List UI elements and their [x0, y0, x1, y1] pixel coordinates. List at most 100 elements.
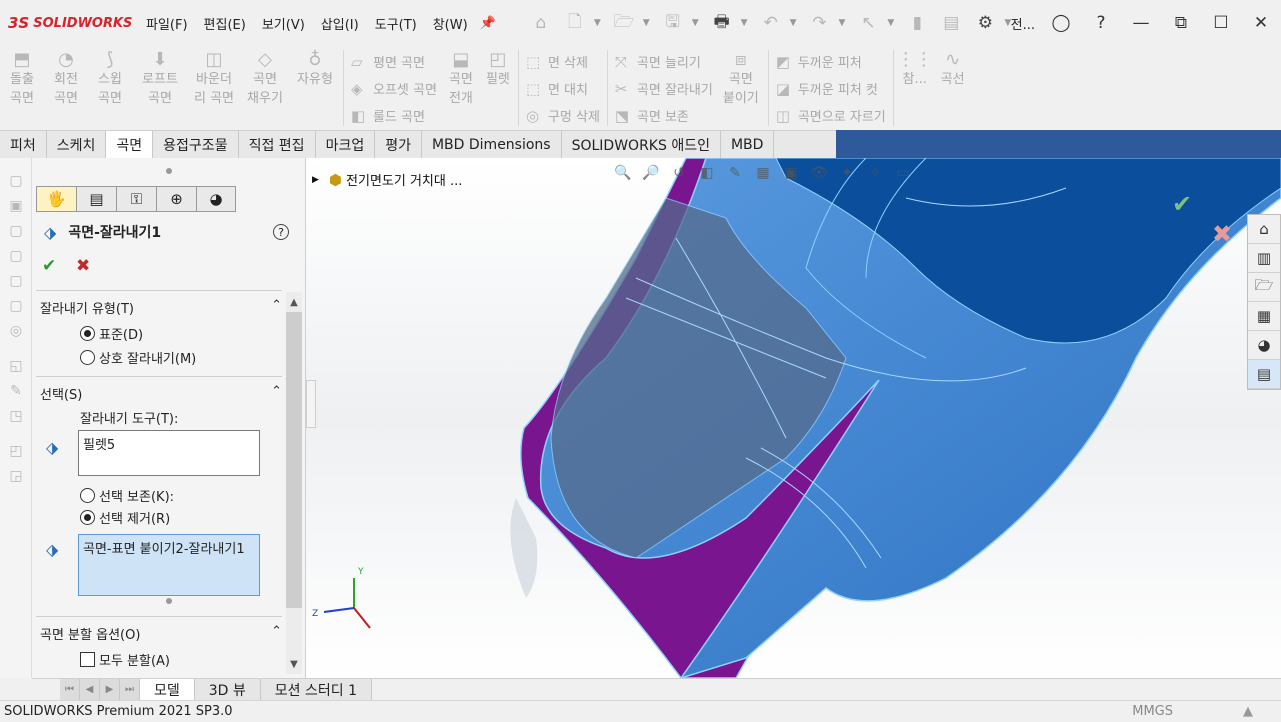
- select-cursor-icon[interactable]: ↖: [853, 8, 883, 38]
- feature-tree-flyout[interactable]: ▶ ⬢ 전기면도기 거치대 ...: [312, 170, 462, 190]
- panel-splitter[interactable]: [306, 380, 316, 428]
- menu-tools[interactable]: 도구(T): [367, 14, 425, 33]
- filter-vertices-icon[interactable]: ▢: [0, 218, 32, 243]
- tab-sketch[interactable]: 스케치: [46, 131, 107, 158]
- next-tab-icon[interactable]: ▶: [100, 679, 120, 700]
- section-view-icon[interactable]: ◧: [696, 162, 718, 184]
- extend-surface-button[interactable]: ⤧ 곡면 늘리기: [615, 50, 713, 73]
- chevron-down-icon[interactable]: ▼: [887, 18, 894, 28]
- chevron-down-icon[interactable]: ▼: [838, 18, 845, 28]
- help-icon[interactable]: ?: [1081, 3, 1121, 43]
- print-icon[interactable]: 🖶: [707, 8, 737, 38]
- minimize-icon[interactable]: —: [1121, 3, 1161, 43]
- filter-notes-icon[interactable]: ◳: [0, 403, 32, 428]
- radio-keep-selections[interactable]: [80, 488, 95, 503]
- part-name[interactable]: 전기면도기 거치대 ...: [346, 170, 462, 189]
- status-toggle-icon[interactable]: ▲: [1243, 704, 1253, 719]
- knit-surface-button[interactable]: ⧈ 곡면 붙이기: [717, 46, 765, 130]
- close-icon[interactable]: ✕: [1241, 3, 1281, 43]
- unit-system[interactable]: MMGS: [1132, 704, 1173, 719]
- boundary-surface-button[interactable]: ◫ 바운더 리 곡면: [188, 46, 240, 130]
- tab-surfaces[interactable]: 곡면: [106, 131, 154, 158]
- surface-model[interactable]: [306, 158, 1281, 678]
- ruled-surface-button[interactable]: ◧ 룰드 곡면: [351, 104, 437, 127]
- revolved-surface-button[interactable]: ◔ 회전 곡면: [44, 46, 88, 130]
- tab-weldments[interactable]: 용접구조물: [153, 131, 239, 158]
- display-manager-tab-icon[interactable]: ◕: [196, 186, 236, 212]
- tab-solidworks-addins[interactable]: SOLIDWORKS 애드인: [561, 131, 721, 158]
- radio-remove-selections[interactable]: [80, 510, 95, 525]
- chevron-down-icon[interactable]: ▼: [594, 18, 601, 28]
- delete-hole-button[interactable]: ◎ 구멍 삭제: [526, 104, 600, 127]
- graphics-viewport[interactable]: ▶ ⬢ 전기면도기 거치대 ... 🔍 🔎 ↺ ◧ ✎ ▦ ▣ 👁 ✦ ✧ ▭ …: [306, 158, 1281, 678]
- filter-faces-icon[interactable]: ▣: [0, 193, 32, 218]
- cancel-button[interactable]: ✖: [76, 256, 90, 276]
- file-properties-icon[interactable]: ▤: [936, 8, 966, 38]
- tab-markup[interactable]: 마크업: [315, 131, 376, 158]
- last-tab-icon[interactable]: ⏭: [120, 679, 140, 700]
- radio-mutual[interactable]: [80, 350, 95, 365]
- pieces-listbox[interactable]: 곡면-표면 붙이기2-잘라내기1: [78, 534, 260, 596]
- split-all-option[interactable]: 모두 분할(A): [80, 650, 170, 669]
- file-explorer-icon[interactable]: 🗁: [1248, 273, 1280, 302]
- previous-tab-icon[interactable]: ◀: [80, 679, 100, 700]
- previous-view-icon[interactable]: ↺: [668, 162, 690, 184]
- freeform-button[interactable]: ♁ 자유형: [290, 46, 340, 130]
- trim-type-mutual-option[interactable]: 상호 잘라내기(M): [80, 348, 196, 367]
- remove-selections-option[interactable]: 선택 제거(R): [80, 508, 170, 527]
- new-document-icon[interactable]: 🗋: [560, 8, 590, 38]
- custom-properties-icon[interactable]: ▤: [1248, 360, 1280, 389]
- property-manager-tab-icon[interactable]: ▤: [76, 186, 116, 212]
- first-tab-icon[interactable]: ⏮: [60, 679, 80, 700]
- options-gear-icon[interactable]: ⚙: [970, 8, 1000, 38]
- lofted-surface-button[interactable]: ⬇ 로프트 곡면: [132, 46, 188, 130]
- chevron-up-icon[interactable]: ⌃: [271, 384, 282, 403]
- thickened-cut-button[interactable]: ◪ 두꺼운 피처 컷: [776, 77, 886, 100]
- trim-tool-value[interactable]: 필렛5: [83, 438, 115, 453]
- filter-select-all-icon[interactable]: ◲: [0, 463, 32, 488]
- listbox-resize-grip[interactable]: [166, 598, 172, 604]
- view-orientation-icon[interactable]: ▦: [752, 162, 774, 184]
- menu-window[interactable]: 창(W): [425, 14, 476, 33]
- trim-tool-listbox[interactable]: 필렛5: [78, 430, 260, 476]
- filter-axes-icon[interactable]: ▢: [0, 268, 32, 293]
- trim-type-group-header[interactable]: 잘라내기 유형(T) ⌃: [40, 298, 282, 317]
- save-icon[interactable]: 🖫: [658, 8, 688, 38]
- panel-grip[interactable]: [166, 168, 172, 174]
- scroll-down-icon[interactable]: ▼: [286, 656, 302, 672]
- confirm-cancel-icon[interactable]: ✖: [1212, 220, 1232, 248]
- user-account-icon[interactable]: ◯: [1041, 3, 1081, 43]
- maximize-icon[interactable]: ☐: [1201, 3, 1241, 43]
- selection-group-header[interactable]: 선택(S) ⌃: [40, 384, 282, 403]
- restore-icon[interactable]: ⧉: [1161, 3, 1201, 43]
- open-folder-icon[interactable]: 🗁: [609, 8, 639, 38]
- keep-selections-option[interactable]: 선택 보존(K):: [80, 486, 174, 505]
- property-manager-scrollbar[interactable]: ▲ ▼: [286, 292, 302, 674]
- filter-bodies-icon[interactable]: ▢: [0, 293, 32, 318]
- apply-scene-icon[interactable]: ✧: [864, 162, 886, 184]
- tab-3d-views[interactable]: 3D 뷰: [194, 679, 261, 700]
- untrim-surface-button[interactable]: ⬔ 곡면 보존: [615, 104, 713, 127]
- radio-standard[interactable]: [80, 326, 95, 341]
- display-style-icon[interactable]: ▣: [780, 162, 802, 184]
- tab-mbd[interactable]: MBD: [720, 131, 775, 158]
- ok-button[interactable]: ✔: [42, 256, 56, 276]
- chevron-up-icon[interactable]: ⌃: [271, 624, 282, 643]
- curves-button[interactable]: ∿ 곡선: [933, 46, 973, 130]
- configuration-manager-tab-icon[interactable]: ⚿: [116, 186, 156, 212]
- reference-geometry-button[interactable]: ⋮⋮ 참...: [897, 46, 933, 130]
- pin-icon[interactable]: 📌: [480, 16, 496, 31]
- menu-view[interactable]: 보기(V): [254, 14, 313, 33]
- filter-annotations-icon[interactable]: ✎: [0, 378, 32, 403]
- menu-file[interactable]: 파일(F): [138, 14, 196, 33]
- zoom-to-area-icon[interactable]: 🔎: [640, 162, 662, 184]
- menu-edit[interactable]: 편집(E): [196, 14, 254, 33]
- tab-evaluate[interactable]: 평가: [375, 131, 422, 158]
- checkbox-split-all[interactable]: [80, 652, 95, 667]
- trim-surface-button[interactable]: ✂ 곡면 잘라내기: [615, 77, 713, 100]
- tab-features[interactable]: 피처: [0, 131, 47, 158]
- solidworks-resources-icon[interactable]: ⌂: [1248, 215, 1280, 244]
- filter-sketch-icon[interactable]: ◱: [0, 353, 32, 378]
- extruded-surface-button[interactable]: ⬒ 돌출 곡면: [0, 46, 44, 130]
- dynamic-annotation-icon[interactable]: ✎: [724, 162, 746, 184]
